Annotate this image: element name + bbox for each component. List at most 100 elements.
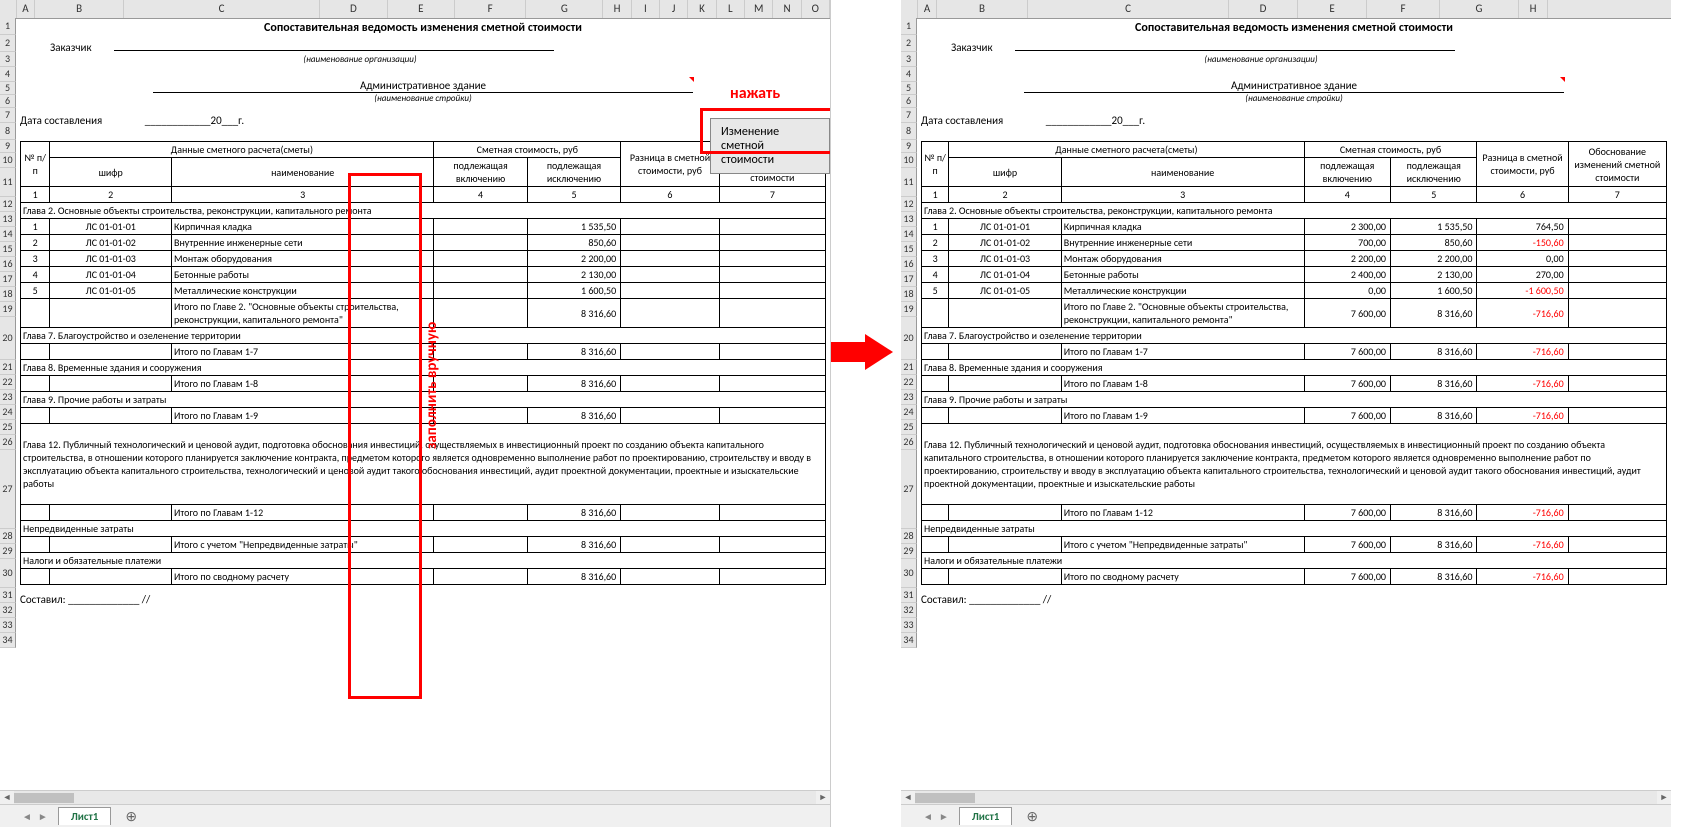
col-I[interactable]: I [632, 0, 660, 18]
col-H[interactable]: H [603, 0, 631, 18]
row-header[interactable]: 29 [0, 544, 16, 559]
col-F[interactable]: F [455, 0, 526, 18]
col-C[interactable]: C [124, 0, 320, 18]
row-header[interactable]: 11 [901, 168, 917, 197]
date-value[interactable]: ____________20___г. [145, 114, 244, 127]
row-header[interactable]: 15 [901, 242, 917, 257]
sheet-tab[interactable]: Лист1 [959, 807, 1013, 825]
estimate-table-filled[interactable]: № п/п Данные сметного расчета(сметы) Сме… [921, 141, 1667, 585]
col-A[interactable]: A [918, 0, 937, 18]
col-H[interactable]: H [1519, 0, 1548, 18]
row-header[interactable]: 28 [0, 529, 16, 544]
row-header[interactable]: 30 [0, 559, 16, 588]
row-header[interactable]: 32 [0, 603, 16, 618]
row-header[interactable]: 9 [0, 140, 16, 153]
sheet-tab[interactable]: Лист1 [58, 807, 112, 825]
add-sheet-icon[interactable]: ⊕ [1020, 808, 1044, 825]
row-header[interactable]: 28 [901, 529, 917, 544]
row-header[interactable]: 29 [901, 544, 917, 559]
col-F[interactable]: F [1367, 0, 1440, 18]
row-header[interactable]: 23 [0, 390, 16, 405]
row-header[interactable]: 15 [0, 242, 16, 257]
row-header[interactable]: 3 [0, 52, 16, 67]
col-N[interactable]: N [773, 0, 801, 18]
col-C[interactable]: C [1028, 0, 1229, 18]
hscrollbar[interactable]: ◄ ► [0, 790, 830, 805]
row-header[interactable]: 1 [901, 18, 917, 35]
worksheet-area[interactable]: Сопоставительная ведомость изменения сме… [16, 21, 830, 606]
table-row[interactable]: 2ЛС 01-01-02Внутренние инженерные сети85… [21, 235, 826, 251]
row-header[interactable]: 33 [901, 618, 917, 633]
row-header[interactable]: 6 [0, 95, 16, 108]
tab-nav[interactable]: ◄► [921, 810, 951, 823]
row-header[interactable]: 34 [0, 633, 16, 648]
tab-nav[interactable]: ◄► [20, 810, 50, 823]
row-header[interactable]: 13 [901, 212, 917, 227]
row-header[interactable]: 20 [901, 317, 917, 360]
hscrollbar[interactable]: ◄ ► [901, 790, 1671, 805]
row-header[interactable]: 24 [0, 405, 16, 420]
scroll-right-icon[interactable]: ► [816, 791, 830, 805]
select-all-triangle[interactable] [901, 0, 918, 18]
scroll-right-icon[interactable]: ► [1657, 791, 1671, 805]
row-header[interactable]: 3 [901, 52, 917, 67]
col-K[interactable]: K [688, 0, 716, 18]
row-header[interactable]: 31 [901, 588, 917, 603]
col-O[interactable]: O [802, 0, 830, 18]
col-E[interactable]: E [388, 0, 455, 18]
col-L[interactable]: L [717, 0, 745, 18]
col-J[interactable]: J [660, 0, 688, 18]
estimate-table[interactable]: № п/п Данные сметного расчета(сметы) Сме… [20, 141, 826, 585]
row-header[interactable]: 26 [901, 435, 917, 450]
row-header[interactable]: 17 [0, 272, 16, 287]
row-header[interactable]: 4 [0, 67, 16, 82]
row-header[interactable]: 11 [0, 168, 16, 197]
comment-marker-icon[interactable] [689, 77, 694, 82]
row-header[interactable]: 12 [0, 197, 16, 212]
row-header[interactable]: 32 [901, 603, 917, 618]
scroll-left-icon[interactable]: ◄ [0, 791, 14, 805]
row-header[interactable]: 22 [0, 375, 16, 390]
row-header[interactable]: 27 [901, 450, 917, 529]
row-header[interactable]: 7 [901, 108, 917, 123]
comment-marker-icon[interactable] [1560, 77, 1565, 82]
row-header[interactable]: 33 [0, 618, 16, 633]
row-header[interactable]: 21 [901, 360, 917, 375]
row-header[interactable]: 13 [0, 212, 16, 227]
row-header[interactable]: 17 [901, 272, 917, 287]
table-row[interactable]: 1ЛС 01-01-01Кирпичная кладка1 535,50 [21, 219, 826, 235]
row-header[interactable]: 16 [0, 257, 16, 272]
row-header[interactable]: 31 [0, 588, 16, 603]
row-header[interactable]: 30 [901, 559, 917, 588]
col-M[interactable]: M [745, 0, 773, 18]
row-header[interactable]: 18 [0, 287, 16, 302]
row-header[interactable]: 8 [901, 123, 917, 140]
col-B[interactable]: B [35, 0, 124, 18]
row-header[interactable]: 2 [0, 35, 16, 52]
row-header[interactable]: 8 [0, 123, 16, 140]
row-header[interactable]: 20 [0, 317, 16, 360]
worksheet-area[interactable]: Сопоставительная ведомость изменения сме… [917, 21, 1671, 606]
row-header[interactable]: 24 [901, 405, 917, 420]
table-row[interactable]: 4ЛС 01-01-04Бетонные работы2 130,00 [21, 267, 826, 283]
row-header[interactable]: 25 [901, 420, 917, 435]
col-A[interactable]: A [17, 0, 36, 18]
table-row[interactable]: 3ЛС 01-01-03Монтаж оборудования2 200,002… [922, 251, 1667, 267]
row-header[interactable]: 23 [901, 390, 917, 405]
scroll-left-icon[interactable]: ◄ [901, 791, 915, 805]
table-row[interactable]: 2ЛС 01-01-02Внутренние инженерные сети70… [922, 235, 1667, 251]
table-row[interactable]: 3ЛС 01-01-03Монтаж оборудования2 200,00 [21, 251, 826, 267]
row-header[interactable]: 19 [0, 302, 16, 317]
select-all-triangle[interactable] [0, 0, 17, 18]
row-header[interactable]: 27 [0, 450, 16, 529]
row-header[interactable]: 22 [901, 375, 917, 390]
building-field[interactable]: Административное здание [153, 79, 693, 93]
table-row[interactable]: 5ЛС 01-01-05Металлические конструкции1 6… [21, 283, 826, 299]
row-header[interactable]: 16 [901, 257, 917, 272]
table-row[interactable]: 4ЛС 01-01-04Бетонные работы2 400,002 130… [922, 267, 1667, 283]
row-header[interactable]: 19 [901, 302, 917, 317]
col-D[interactable]: D [320, 0, 387, 18]
row-header[interactable]: 7 [0, 108, 16, 123]
row-header[interactable]: 2 [901, 35, 917, 52]
row-header[interactable]: 14 [901, 227, 917, 242]
